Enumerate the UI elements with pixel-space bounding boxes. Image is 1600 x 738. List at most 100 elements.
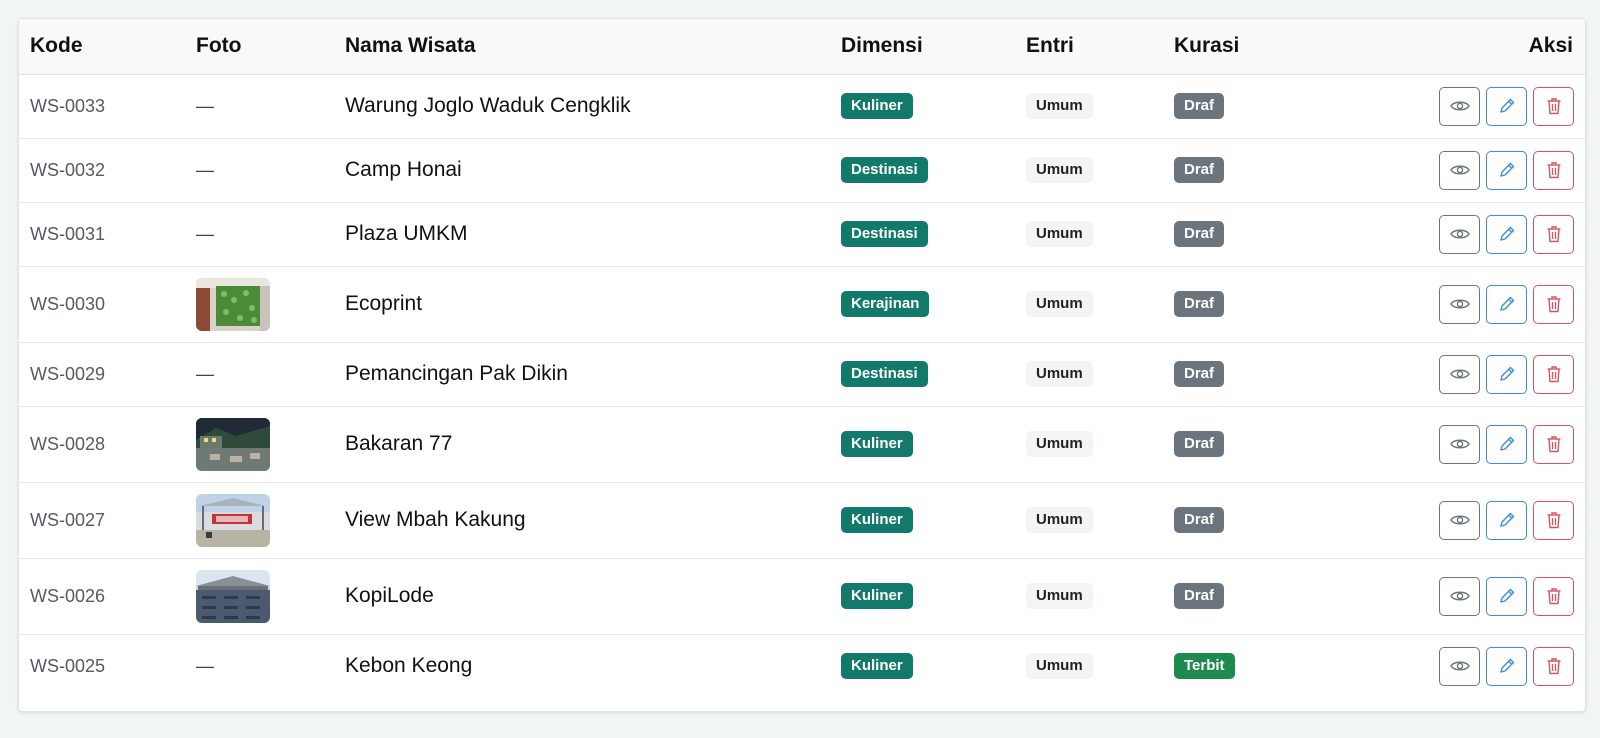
entri-badge: Umum bbox=[1026, 221, 1093, 247]
view-button[interactable] bbox=[1439, 500, 1480, 540]
header-nama: Nama Wisata bbox=[334, 19, 830, 75]
row-kurasi: Draf bbox=[1163, 138, 1343, 203]
nama-text: View Mbah Kakung bbox=[345, 508, 526, 531]
row-actions bbox=[1343, 202, 1585, 267]
trash-icon bbox=[1547, 658, 1560, 675]
delete-button[interactable] bbox=[1533, 424, 1574, 464]
row-entri: Umum bbox=[1015, 342, 1163, 407]
delete-button[interactable] bbox=[1533, 646, 1574, 686]
view-button[interactable] bbox=[1439, 576, 1480, 616]
row-entri: Umum bbox=[1015, 482, 1163, 559]
row-nama: Bakaran 77 bbox=[334, 406, 830, 483]
eye-icon bbox=[1449, 369, 1470, 379]
dimensi-badge: Kuliner bbox=[841, 583, 913, 609]
table-row: WS-0031 — Plaza UMKM Destinasi Umum Draf bbox=[19, 202, 1585, 267]
kode-text: WS-0025 bbox=[30, 655, 106, 676]
view-button[interactable] bbox=[1439, 284, 1480, 324]
dimensi-badge: Destinasi bbox=[841, 361, 928, 387]
row-foto: — bbox=[185, 202, 334, 267]
row-foto bbox=[185, 266, 334, 343]
kode-text: WS-0026 bbox=[30, 585, 106, 606]
row-kurasi: Draf bbox=[1163, 342, 1343, 407]
view-button[interactable] bbox=[1439, 150, 1480, 190]
pencil-icon bbox=[1499, 226, 1514, 241]
nama-text: Camp Honai bbox=[345, 158, 462, 181]
row-kode: WS-0032 bbox=[19, 138, 185, 203]
table-row: WS-0026 KopiLode Kuliner Umum Draf bbox=[19, 558, 1585, 635]
row-entri: Umum bbox=[1015, 202, 1163, 267]
row-nama: Warung Joglo Waduk Cengklik bbox=[334, 74, 830, 139]
header-aksi: Aksi bbox=[1343, 19, 1585, 75]
eye-icon bbox=[1449, 299, 1470, 309]
edit-button[interactable] bbox=[1486, 424, 1527, 464]
pencil-icon bbox=[1499, 436, 1514, 451]
row-dimensi: Kuliner bbox=[830, 634, 1015, 698]
header-kode: Kode bbox=[19, 19, 185, 75]
entri-badge: Umum bbox=[1026, 291, 1093, 317]
delete-button[interactable] bbox=[1533, 500, 1574, 540]
entri-badge: Umum bbox=[1026, 653, 1093, 680]
kode-text: WS-0032 bbox=[30, 159, 106, 180]
kode-text: WS-0027 bbox=[30, 509, 106, 530]
delete-button[interactable] bbox=[1533, 214, 1574, 254]
delete-button[interactable] bbox=[1533, 86, 1574, 126]
row-actions bbox=[1343, 342, 1585, 407]
delete-button[interactable] bbox=[1533, 284, 1574, 324]
table-row: WS-0032 — Camp Honai Destinasi Umum Draf bbox=[19, 138, 1585, 203]
row-actions bbox=[1343, 266, 1585, 343]
edit-button[interactable] bbox=[1486, 500, 1527, 540]
row-nama: Ecoprint bbox=[334, 266, 830, 343]
row-foto: — bbox=[185, 74, 334, 139]
trash-icon bbox=[1547, 366, 1560, 383]
edit-button[interactable] bbox=[1486, 284, 1527, 324]
row-foto bbox=[185, 558, 334, 635]
row-entri: Umum bbox=[1015, 138, 1163, 203]
view-button[interactable] bbox=[1439, 646, 1480, 686]
table-header-row: Kode Foto Nama Wisata Dimensi Entri Kura… bbox=[19, 19, 1585, 75]
row-kurasi: Draf bbox=[1163, 266, 1343, 343]
table-row: WS-0028 Bakaran 77 Kuliner Umum Draf bbox=[19, 406, 1585, 483]
view-button[interactable] bbox=[1439, 424, 1480, 464]
trash-icon bbox=[1547, 162, 1560, 179]
edit-button[interactable] bbox=[1486, 646, 1527, 686]
row-kurasi: Draf bbox=[1163, 202, 1343, 267]
eye-icon bbox=[1449, 439, 1470, 449]
table-row: WS-0029 — Pemancingan Pak Dikin Destinas… bbox=[19, 342, 1585, 407]
row-dimensi: Kuliner bbox=[830, 558, 1015, 635]
entri-badge: Umum bbox=[1026, 507, 1093, 533]
edit-button[interactable] bbox=[1486, 150, 1527, 190]
view-button[interactable] bbox=[1439, 86, 1480, 126]
eye-icon bbox=[1449, 101, 1470, 111]
row-actions bbox=[1343, 482, 1585, 559]
edit-button[interactable] bbox=[1486, 86, 1527, 126]
edit-button[interactable] bbox=[1486, 576, 1527, 616]
no-photo-placeholder: — bbox=[196, 223, 214, 244]
kurasi-badge: Terbit bbox=[1174, 653, 1235, 680]
row-nama: Kebon Keong bbox=[334, 634, 830, 698]
kurasi-badge: Draf bbox=[1174, 221, 1225, 247]
table-row: WS-0025 — Kebon Keong Kuliner Umum Terbi… bbox=[19, 634, 1585, 698]
kurasi-badge: Draf bbox=[1174, 157, 1225, 183]
view-button[interactable] bbox=[1439, 214, 1480, 254]
nama-text: Bakaran 77 bbox=[345, 432, 453, 455]
delete-button[interactable] bbox=[1533, 150, 1574, 190]
nama-text: Pemancingan Pak Dikin bbox=[345, 362, 568, 385]
edit-button[interactable] bbox=[1486, 214, 1527, 254]
row-kurasi: Draf bbox=[1163, 482, 1343, 559]
delete-button[interactable] bbox=[1533, 354, 1574, 394]
kode-text: WS-0033 bbox=[30, 95, 106, 116]
delete-button[interactable] bbox=[1533, 576, 1574, 616]
row-kode: WS-0033 bbox=[19, 74, 185, 139]
entri-badge: Umum bbox=[1026, 431, 1093, 457]
row-foto bbox=[185, 406, 334, 483]
row-foto: — bbox=[185, 634, 334, 698]
entri-badge: Umum bbox=[1026, 361, 1093, 387]
edit-button[interactable] bbox=[1486, 354, 1527, 394]
view-button[interactable] bbox=[1439, 354, 1480, 394]
pencil-icon bbox=[1499, 512, 1514, 527]
row-kode: WS-0030 bbox=[19, 266, 185, 343]
header-foto: Foto bbox=[185, 19, 334, 75]
dimensi-badge: Kuliner bbox=[841, 431, 913, 457]
row-actions bbox=[1343, 138, 1585, 203]
row-kode: WS-0026 bbox=[19, 558, 185, 635]
